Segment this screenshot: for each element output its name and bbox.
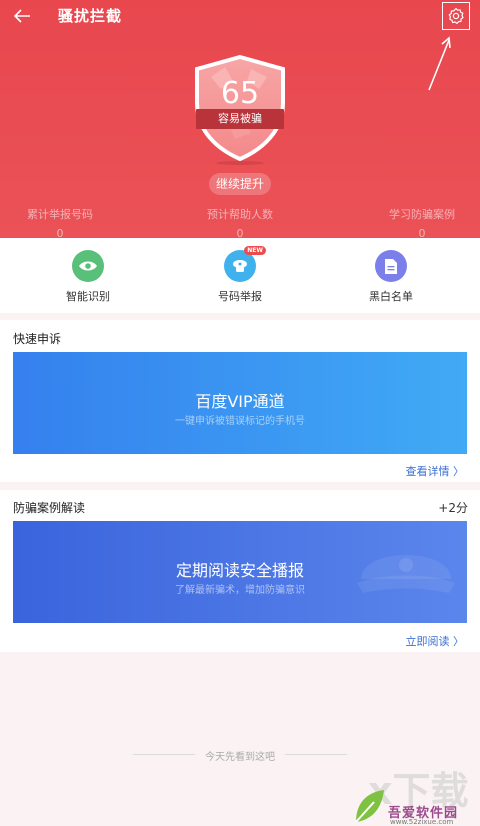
view-details-link[interactable]: 查看详情 〉 — [406, 463, 465, 479]
stat-label: 预计帮助人数 — [207, 208, 273, 221]
smart-identify-circle — [72, 250, 104, 282]
points-badge: +2分 — [438, 501, 468, 515]
stat-label: 学习防骗案例 — [389, 208, 455, 221]
security-report-banner[interactable]: 定期阅读安全播报 了解最新骗术，增加防骗意识 — [13, 521, 467, 623]
banner-title: 定期阅读安全播报 — [175, 561, 304, 580]
new-badge: NEW — [244, 246, 266, 255]
shortcut-black-white-list[interactable]: 黑白名单 — [331, 250, 451, 304]
anti-fraud-card: 防骗案例解读 +2分 定期阅读安全播报 了解最新骗术，增加防骗意识 立即阅读 〉 — [0, 490, 480, 652]
hero-header: 骚扰拦截 65 容易被骗 继续提升 累计举报号码 0 预计帮助人数 0 学习防骗… — [0, 0, 480, 240]
end-of-feed: 今天先看到这吧 — [133, 748, 347, 763]
stat-label: 累计举报号码 — [27, 208, 93, 221]
read-now-link[interactable]: 立即阅读 〉 — [406, 633, 465, 649]
quick-appeal-heading: 快速申诉 — [13, 332, 62, 346]
eye-icon — [79, 261, 97, 271]
report-icon — [233, 260, 247, 272]
banner-subtitle: 一键申诉被错误标记的手机号 — [175, 416, 305, 427]
quick-appeal-card: 快速申诉 百度VIP通道 一键申诉被错误标记的手机号 查看详情 〉 — [0, 320, 480, 482]
anti-fraud-heading: 防骗案例解读 — [13, 501, 86, 515]
shortcut-number-report[interactable]: NEW 号码举报 — [180, 246, 300, 304]
document-icon — [385, 258, 397, 274]
watermark-site: www.52zixue.com — [390, 818, 454, 826]
watermark: x下载 吾爱软件园 www.52zixue.com — [346, 758, 480, 826]
vip-channel-banner[interactable]: 百度VIP通道 一键申诉被错误标记的手机号 — [13, 352, 467, 454]
settings-button[interactable] — [442, 2, 470, 30]
shortcut-smart-identify[interactable]: 智能识别 — [28, 250, 148, 304]
shortcut-bar: 智能识别 NEW 号码举报 黑白名单 — [0, 238, 480, 313]
stat-cases: 学习防骗案例 0 — [362, 206, 480, 240]
black-white-list-circle — [375, 250, 407, 282]
stat-reported: 累计举报号码 0 — [0, 206, 120, 240]
banner-subtitle: 了解最新骗术，增加防骗意识 — [175, 585, 305, 596]
divider — [133, 754, 195, 755]
boost-button[interactable]: 继续提升 — [209, 173, 271, 195]
divider — [285, 754, 347, 755]
page-title: 骚扰拦截 — [58, 7, 123, 25]
back-arrow-icon — [13, 9, 30, 23]
gear-icon — [448, 7, 464, 24]
shortcut-label: 智能识别 — [66, 290, 110, 303]
risk-ribbon: 容易被骗 — [196, 109, 284, 129]
back-button[interactable] — [10, 4, 34, 28]
leaf-logo-icon — [355, 790, 384, 823]
security-score: 65 — [220, 76, 260, 111]
number-report-circle: NEW — [224, 246, 266, 282]
shortcut-label: 黑白名单 — [369, 290, 413, 303]
end-text: 今天先看到这吧 — [205, 752, 275, 763]
shortcut-label: 号码举报 — [218, 290, 262, 303]
stat-helped: 预计帮助人数 0 — [180, 206, 300, 240]
banner-title: 百度VIP通道 — [195, 392, 285, 411]
top-bar: 骚扰拦截 — [0, 0, 480, 32]
arrow-pointer-icon — [428, 36, 451, 91]
